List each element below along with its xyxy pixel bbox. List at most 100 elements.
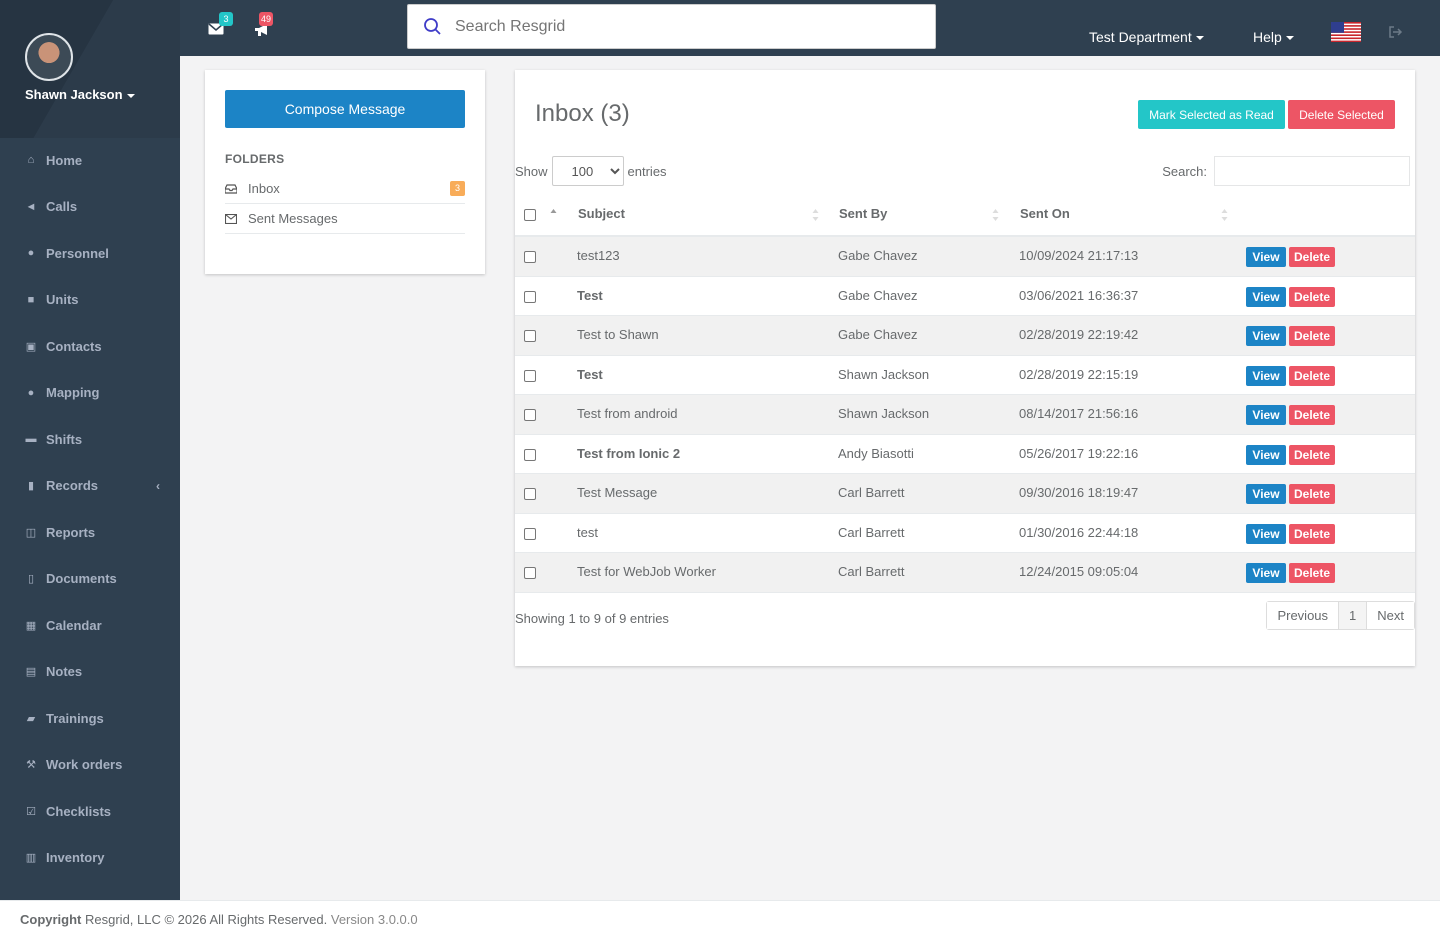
delete-button[interactable]: Delete — [1289, 326, 1335, 346]
logout-icon[interactable] — [1389, 26, 1403, 38]
help-dropdown[interactable]: Help — [1253, 29, 1294, 45]
message-subject[interactable]: Test to Shawn — [577, 327, 659, 342]
sidebar-item-calendar[interactable]: ▦ Calendar — [0, 602, 180, 649]
delete-button[interactable]: Delete — [1289, 523, 1335, 544]
compose-message-button[interactable]: Compose Message — [225, 90, 465, 128]
view-button[interactable]: View — [1246, 523, 1286, 544]
sidebar-item-inventory[interactable]: ▥ Inventory — [0, 835, 180, 882]
briefcase-icon: ▬ — [25, 433, 37, 446]
sidebar-item-checklists[interactable]: ☑ Checklists — [0, 788, 180, 835]
sort-asc-icon[interactable] — [550, 208, 557, 222]
row-checkbox[interactable] — [524, 369, 536, 382]
row-checkbox[interactable] — [524, 527, 536, 540]
row-checkbox[interactable] — [524, 330, 536, 342]
inbox-count-badge: 3 — [449, 181, 465, 196]
entries-label: entries — [627, 163, 667, 179]
profile-name-dropdown[interactable]: Shawn Jackson — [25, 87, 135, 102]
copyright-text: Resgrid, LLC © 2026 All Rights Reserved. — [81, 912, 328, 927]
view-button[interactable]: View — [1246, 286, 1286, 307]
sidebar-item-shifts[interactable]: ▬ Shifts — [0, 416, 180, 463]
pagination-next[interactable]: Next — [1367, 602, 1414, 629]
home-icon: ⌂ — [27, 154, 35, 167]
page-size-select[interactable]: 100 — [551, 156, 624, 186]
select-all-checkbox[interactable] — [524, 209, 536, 221]
pagination-previous[interactable]: Previous — [1267, 602, 1340, 629]
message-subject[interactable]: Test for WebJob Worker — [577, 564, 716, 579]
table-search-input[interactable] — [1214, 156, 1410, 186]
sort-icon[interactable] — [1221, 208, 1228, 222]
row-checkbox[interactable] — [524, 448, 536, 461]
delete-button[interactable]: Delete — [1289, 365, 1335, 386]
message-subject[interactable]: Test — [577, 288, 603, 303]
view-button[interactable]: View — [1246, 365, 1286, 386]
row-checkbox[interactable] — [524, 290, 536, 303]
view-button[interactable]: View — [1246, 563, 1286, 583]
sidebar-item-calls[interactable]: ◄ Calls — [0, 184, 180, 231]
message-sender: Shawn Jackson — [838, 406, 930, 421]
file-icon: ▮ — [27, 480, 35, 493]
view-button[interactable]: View — [1246, 405, 1286, 425]
sidebar-item-notes[interactable]: ▤ Notes — [0, 649, 180, 696]
sidebar-item-label: Inventory — [46, 850, 105, 866]
department-dropdown[interactable]: Test Department — [1089, 29, 1204, 45]
sidebar-item-home[interactable]: ⌂ Home — [0, 137, 180, 184]
row-checkbox[interactable] — [524, 251, 536, 263]
search-icon — [424, 17, 441, 35]
message-sender: Carl Barrett — [838, 524, 905, 540]
delete-button[interactable]: Delete — [1289, 247, 1335, 267]
sidebar-item-records[interactable]: ▮ Records ‹ — [0, 463, 180, 510]
delete-button[interactable]: Delete — [1289, 405, 1335, 425]
column-sent-by[interactable]: Sent By — [839, 197, 887, 235]
view-button[interactable]: View — [1246, 484, 1286, 504]
delete-button[interactable]: Delete — [1289, 484, 1335, 504]
mark-selected-read-button[interactable]: Mark Selected as Read — [1138, 100, 1285, 129]
row-checkbox[interactable] — [524, 567, 536, 579]
table-row: Test from android Shawn Jackson 08/14/2017… — [515, 395, 1415, 435]
sort-icon[interactable] — [992, 208, 999, 222]
global-search-input[interactable] — [455, 17, 895, 36]
view-button[interactable]: View — [1246, 444, 1286, 465]
sidebar-item-label: Records — [46, 478, 99, 494]
calendar-icon: ▦ — [25, 619, 37, 632]
us-flag-icon[interactable] — [1331, 22, 1361, 42]
message-subject[interactable]: Test Message — [577, 485, 657, 500]
message-subject[interactable]: test123 — [577, 248, 620, 263]
sidebar-item-units[interactable]: ■ Units — [0, 277, 180, 324]
message-subject[interactable]: Test — [577, 367, 603, 382]
sidebar-item-label: Work orders — [46, 757, 123, 773]
folder-sent-messages[interactable]: Sent Messages — [225, 204, 465, 234]
messages-button[interactable]: 3 — [208, 12, 233, 36]
sidebar-item-trainings[interactable]: ▰ Trainings — [0, 695, 180, 742]
inbox-icon — [225, 183, 237, 194]
delete-selected-button[interactable]: Delete Selected — [1288, 100, 1395, 129]
avatar[interactable] — [25, 33, 73, 81]
delete-button[interactable]: Delete — [1289, 286, 1335, 307]
view-button[interactable]: View — [1246, 326, 1286, 346]
sidebar-item-documents[interactable]: ▯ Documents — [0, 556, 180, 603]
message-date: 08/14/2017 21:56:16 — [1019, 406, 1139, 421]
pagination-page-1[interactable]: 1 — [1339, 602, 1368, 629]
message-subject[interactable]: Test from Ionic 2 — [577, 446, 680, 461]
caret-down-icon — [1285, 36, 1294, 41]
row-checkbox[interactable] — [524, 409, 536, 421]
view-button[interactable]: View — [1246, 247, 1286, 267]
sidebar-item-work-orders[interactable]: ⚒ Work orders — [0, 742, 180, 789]
delete-button[interactable]: Delete — [1289, 444, 1335, 465]
message-subject[interactable]: test — [577, 525, 598, 540]
column-sent-on[interactable]: Sent On — [1020, 197, 1070, 235]
message-subject[interactable]: Test from android — [577, 406, 677, 421]
sort-icon[interactable] — [812, 208, 819, 222]
sidebar-item-personnel[interactable]: ● Personnel — [0, 230, 180, 277]
sidebar-item-reports[interactable]: ◫ Reports — [0, 509, 180, 556]
folder-inbox[interactable]: Inbox 3 — [225, 174, 465, 204]
show-label: Show — [515, 163, 548, 179]
sidebar-item-mapping[interactable]: ● Mapping — [0, 370, 180, 417]
table-row: test Carl Barrett 01/30/2016 22:44:18 View D… — [515, 514, 1415, 553]
chevron-left-icon: ‹ — [156, 478, 160, 493]
contact-card-icon: ▣ — [25, 340, 37, 353]
sidebar-item-contacts[interactable]: ▣ Contacts — [0, 323, 180, 370]
column-subject[interactable]: Subject — [578, 197, 625, 235]
calls-button[interactable]: 49 — [254, 12, 274, 36]
row-checkbox[interactable] — [524, 488, 536, 500]
delete-button[interactable]: Delete — [1289, 563, 1335, 583]
